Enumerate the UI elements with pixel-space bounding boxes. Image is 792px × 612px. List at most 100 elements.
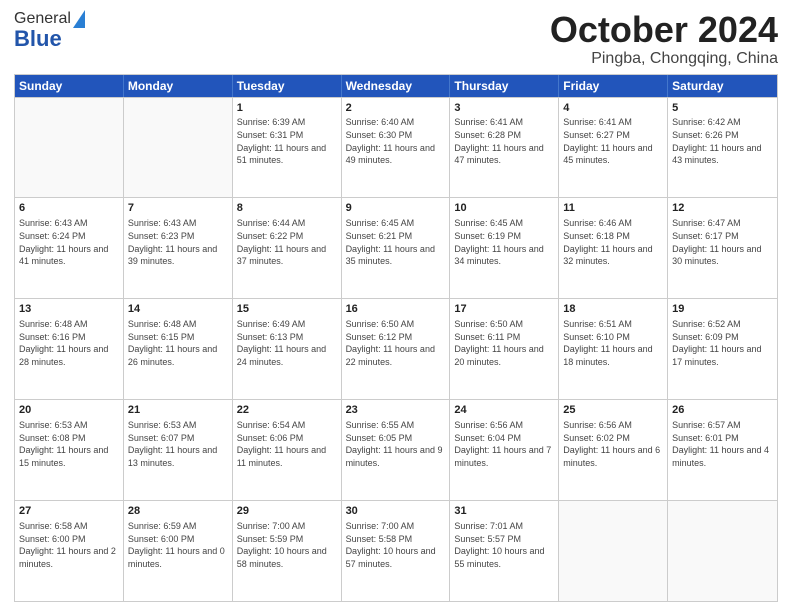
cal-cell: 12Sunrise: 6:47 AM Sunset: 6:17 PM Dayli… (668, 198, 777, 298)
cal-day-number: 11 (563, 201, 663, 216)
cal-day-info: Sunrise: 6:50 AM Sunset: 6:12 PM Dayligh… (346, 318, 446, 368)
cal-day-number: 24 (454, 403, 554, 418)
cal-header-friday: Friday (559, 75, 668, 97)
cal-cell: 17Sunrise: 6:50 AM Sunset: 6:11 PM Dayli… (450, 299, 559, 399)
cal-cell: 14Sunrise: 6:48 AM Sunset: 6:15 PM Dayli… (124, 299, 233, 399)
cal-cell: 31Sunrise: 7:01 AM Sunset: 5:57 PM Dayli… (450, 501, 559, 601)
cal-day-info: Sunrise: 6:50 AM Sunset: 6:11 PM Dayligh… (454, 318, 554, 368)
cal-cell: 2Sunrise: 6:40 AM Sunset: 6:30 PM Daylig… (342, 98, 451, 198)
cal-header-saturday: Saturday (668, 75, 777, 97)
cal-day-info: Sunrise: 6:47 AM Sunset: 6:17 PM Dayligh… (672, 217, 773, 267)
cal-cell: 18Sunrise: 6:51 AM Sunset: 6:10 PM Dayli… (559, 299, 668, 399)
cal-cell: 7Sunrise: 6:43 AM Sunset: 6:23 PM Daylig… (124, 198, 233, 298)
cal-day-number: 25 (563, 403, 663, 418)
cal-day-info: Sunrise: 6:43 AM Sunset: 6:24 PM Dayligh… (19, 217, 119, 267)
calendar-body: 1Sunrise: 6:39 AM Sunset: 6:31 PM Daylig… (15, 97, 777, 601)
cal-day-number: 20 (19, 403, 119, 418)
cal-week-3: 13Sunrise: 6:48 AM Sunset: 6:16 PM Dayli… (15, 298, 777, 399)
cal-week-4: 20Sunrise: 6:53 AM Sunset: 6:08 PM Dayli… (15, 399, 777, 500)
cal-cell (15, 98, 124, 198)
cal-day-number: 23 (346, 403, 446, 418)
logo: General Blue (14, 10, 85, 52)
cal-day-info: Sunrise: 6:40 AM Sunset: 6:30 PM Dayligh… (346, 116, 446, 166)
cal-cell: 28Sunrise: 6:59 AM Sunset: 6:00 PM Dayli… (124, 501, 233, 601)
cal-cell: 4Sunrise: 6:41 AM Sunset: 6:27 PM Daylig… (559, 98, 668, 198)
cal-cell: 11Sunrise: 6:46 AM Sunset: 6:18 PM Dayli… (559, 198, 668, 298)
cal-cell: 15Sunrise: 6:49 AM Sunset: 6:13 PM Dayli… (233, 299, 342, 399)
cal-day-number: 10 (454, 201, 554, 216)
cal-day-info: Sunrise: 6:56 AM Sunset: 6:04 PM Dayligh… (454, 419, 554, 469)
cal-day-info: Sunrise: 7:01 AM Sunset: 5:57 PM Dayligh… (454, 520, 554, 570)
cal-day-number: 4 (563, 101, 663, 116)
cal-cell: 26Sunrise: 6:57 AM Sunset: 6:01 PM Dayli… (668, 400, 777, 500)
cal-day-info: Sunrise: 6:41 AM Sunset: 6:28 PM Dayligh… (454, 116, 554, 166)
cal-day-number: 19 (672, 302, 773, 317)
calendar-title: October 2024 (550, 10, 778, 50)
cal-cell: 29Sunrise: 7:00 AM Sunset: 5:59 PM Dayli… (233, 501, 342, 601)
cal-header-thursday: Thursday (450, 75, 559, 97)
cal-day-number: 7 (128, 201, 228, 216)
cal-day-number: 28 (128, 504, 228, 519)
cal-cell: 13Sunrise: 6:48 AM Sunset: 6:16 PM Dayli… (15, 299, 124, 399)
cal-cell (668, 501, 777, 601)
cal-day-info: Sunrise: 6:45 AM Sunset: 6:19 PM Dayligh… (454, 217, 554, 267)
cal-day-info: Sunrise: 6:51 AM Sunset: 6:10 PM Dayligh… (563, 318, 663, 368)
cal-day-info: Sunrise: 6:48 AM Sunset: 6:16 PM Dayligh… (19, 318, 119, 368)
cal-day-number: 18 (563, 302, 663, 317)
cal-day-number: 30 (346, 504, 446, 519)
cal-day-info: Sunrise: 6:53 AM Sunset: 6:07 PM Dayligh… (128, 419, 228, 469)
cal-header-sunday: Sunday (15, 75, 124, 97)
cal-day-info: Sunrise: 6:39 AM Sunset: 6:31 PM Dayligh… (237, 116, 337, 166)
cal-week-1: 1Sunrise: 6:39 AM Sunset: 6:31 PM Daylig… (15, 97, 777, 198)
logo-triangle-icon (73, 10, 85, 28)
cal-cell: 24Sunrise: 6:56 AM Sunset: 6:04 PM Dayli… (450, 400, 559, 500)
cal-cell (559, 501, 668, 601)
cal-header-tuesday: Tuesday (233, 75, 342, 97)
calendar-header-row: SundayMondayTuesdayWednesdayThursdayFrid… (15, 75, 777, 97)
cal-day-number: 31 (454, 504, 554, 519)
cal-cell: 21Sunrise: 6:53 AM Sunset: 6:07 PM Dayli… (124, 400, 233, 500)
cal-day-info: Sunrise: 6:57 AM Sunset: 6:01 PM Dayligh… (672, 419, 773, 469)
cal-day-number: 6 (19, 201, 119, 216)
cal-cell: 19Sunrise: 6:52 AM Sunset: 6:09 PM Dayli… (668, 299, 777, 399)
cal-day-number: 26 (672, 403, 773, 418)
cal-week-2: 6Sunrise: 6:43 AM Sunset: 6:24 PM Daylig… (15, 197, 777, 298)
cal-cell: 8Sunrise: 6:44 AM Sunset: 6:22 PM Daylig… (233, 198, 342, 298)
cal-day-info: Sunrise: 6:53 AM Sunset: 6:08 PM Dayligh… (19, 419, 119, 469)
cal-day-info: Sunrise: 6:56 AM Sunset: 6:02 PM Dayligh… (563, 419, 663, 469)
cal-cell: 20Sunrise: 6:53 AM Sunset: 6:08 PM Dayli… (15, 400, 124, 500)
cal-cell: 5Sunrise: 6:42 AM Sunset: 6:26 PM Daylig… (668, 98, 777, 198)
calendar-location: Pingba, Chongqing, China (550, 50, 778, 68)
cal-day-info: Sunrise: 6:58 AM Sunset: 6:00 PM Dayligh… (19, 520, 119, 570)
cal-cell: 16Sunrise: 6:50 AM Sunset: 6:12 PM Dayli… (342, 299, 451, 399)
page: General Blue October 2024 Pingba, Chongq… (0, 0, 792, 612)
cal-cell: 9Sunrise: 6:45 AM Sunset: 6:21 PM Daylig… (342, 198, 451, 298)
title-block: October 2024 Pingba, Chongqing, China (550, 10, 778, 68)
cal-day-number: 5 (672, 101, 773, 116)
cal-cell: 30Sunrise: 7:00 AM Sunset: 5:58 PM Dayli… (342, 501, 451, 601)
cal-day-info: Sunrise: 6:52 AM Sunset: 6:09 PM Dayligh… (672, 318, 773, 368)
cal-day-number: 21 (128, 403, 228, 418)
cal-day-number: 3 (454, 101, 554, 116)
cal-cell: 3Sunrise: 6:41 AM Sunset: 6:28 PM Daylig… (450, 98, 559, 198)
cal-cell (124, 98, 233, 198)
cal-day-number: 9 (346, 201, 446, 216)
cal-day-info: Sunrise: 6:46 AM Sunset: 6:18 PM Dayligh… (563, 217, 663, 267)
header: General Blue October 2024 Pingba, Chongq… (14, 10, 778, 68)
cal-day-info: Sunrise: 6:44 AM Sunset: 6:22 PM Dayligh… (237, 217, 337, 267)
cal-day-number: 15 (237, 302, 337, 317)
cal-cell: 25Sunrise: 6:56 AM Sunset: 6:02 PM Dayli… (559, 400, 668, 500)
cal-day-info: Sunrise: 6:55 AM Sunset: 6:05 PM Dayligh… (346, 419, 446, 469)
cal-header-wednesday: Wednesday (342, 75, 451, 97)
cal-cell: 27Sunrise: 6:58 AM Sunset: 6:00 PM Dayli… (15, 501, 124, 601)
cal-week-5: 27Sunrise: 6:58 AM Sunset: 6:00 PM Dayli… (15, 500, 777, 601)
cal-day-number: 14 (128, 302, 228, 317)
cal-cell: 22Sunrise: 6:54 AM Sunset: 6:06 PM Dayli… (233, 400, 342, 500)
cal-day-number: 27 (19, 504, 119, 519)
cal-day-info: Sunrise: 7:00 AM Sunset: 5:59 PM Dayligh… (237, 520, 337, 570)
cal-day-info: Sunrise: 6:43 AM Sunset: 6:23 PM Dayligh… (128, 217, 228, 267)
cal-day-number: 13 (19, 302, 119, 317)
cal-day-info: Sunrise: 6:41 AM Sunset: 6:27 PM Dayligh… (563, 116, 663, 166)
cal-day-number: 16 (346, 302, 446, 317)
cal-day-number: 2 (346, 101, 446, 116)
